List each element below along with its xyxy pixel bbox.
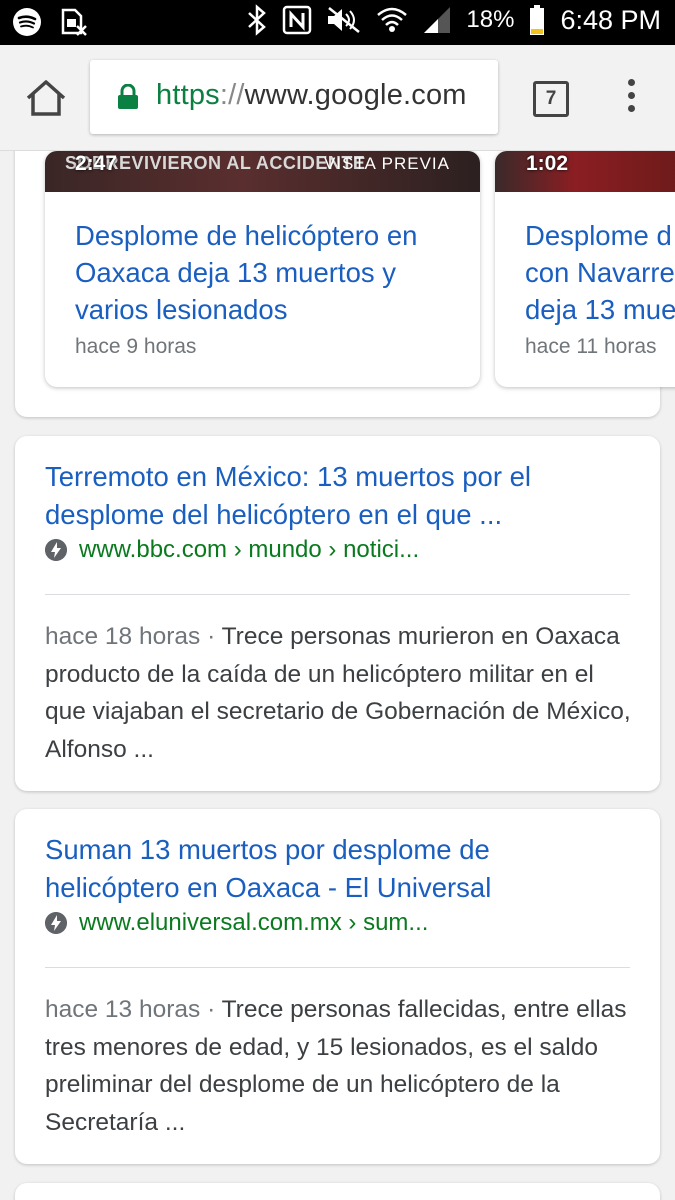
video-card[interactable]: SOBREVIVIERON AL ACCIDENTE 2:47 VISTA PR… [45, 151, 480, 387]
url-text[interactable]: https://www.google.com [156, 79, 467, 112]
url-scheme: https [156, 79, 220, 111]
search-result [15, 1183, 660, 1200]
result-snippet: hace 18 horas · Trece personas murieron … [45, 618, 635, 768]
result-url[interactable]: www.eluniversal.com.mx › sum... [45, 909, 428, 937]
clock: 6:48 PM [560, 4, 661, 35]
date-separator: · [200, 996, 222, 1023]
video-title[interactable]: Desplome d con Navarre deja 13 mue [525, 217, 675, 328]
video-title-line: con Navarre [525, 257, 675, 288]
result-url[interactable]: www.bbc.com › mundo › notici... [45, 536, 419, 564]
no-sim-icon [61, 8, 87, 36]
search-result: Suman 13 muertos por desplome de helicóp… [15, 809, 660, 1164]
nfc-icon [283, 5, 312, 35]
home-icon[interactable] [24, 79, 68, 117]
result-snippet: hace 13 horas · Trece personas fallecida… [45, 991, 635, 1141]
search-result: Terremoto en México: 13 muertos por el d… [15, 436, 660, 791]
result-title-link[interactable]: Suman 13 muertos por desplome de helicóp… [45, 831, 625, 907]
result-date: hace 13 horas [45, 996, 201, 1023]
preview-label: VISTA PREVIA [323, 154, 450, 173]
video-title-line: Desplome d [525, 220, 672, 251]
divider [45, 594, 630, 595]
divider [45, 967, 630, 968]
url-bar[interactable]: https://www.google.com [90, 60, 498, 134]
video-time: hace 11 horas [525, 335, 657, 358]
search-results: SOBREVIVIERON AL ACCIDENTE 2:47 VISTA PR… [0, 151, 675, 1200]
battery-percent: 18% [466, 6, 515, 33]
signal-icon [424, 7, 451, 33]
overflow-menu-icon[interactable] [624, 79, 638, 119]
video-title-line: deja 13 mue [525, 294, 675, 325]
video-thumbnail[interactable]: SOBREVIVIERON AL ACCIDENTE 2:47 VISTA PR… [45, 151, 480, 192]
video-time: hace 9 horas [75, 335, 197, 358]
video-duration: 2:47 [75, 152, 118, 175]
amp-bolt-icon [45, 539, 67, 561]
url-separator: :// [219, 79, 245, 111]
tab-switcher-button[interactable]: 7 [533, 81, 569, 117]
mute-icon [328, 7, 361, 33]
video-card[interactable]: 1:02 Desplome d con Navarre deja 13 mue … [495, 151, 675, 387]
url-host: www.google.com [244, 79, 467, 111]
result-url-text: www.bbc.com › mundo › notici... [79, 536, 420, 563]
spotify-icon [13, 8, 41, 36]
video-thumbnail[interactable]: 1:02 [495, 151, 675, 192]
result-url-text: www.eluniversal.com.mx › sum... [79, 909, 429, 936]
wifi-icon [377, 7, 408, 32]
result-date: hace 18 horas [45, 623, 201, 650]
status-bar: 18% 6:48 PM [0, 0, 675, 45]
amp-bolt-icon [45, 912, 67, 934]
video-title[interactable]: Desplome de helicóptero en Oaxaca deja 1… [75, 217, 465, 328]
bluetooth-icon [248, 4, 267, 36]
lock-icon [118, 84, 138, 109]
browser-toolbar: https://www.google.com 7 [0, 45, 675, 151]
battery-icon [530, 5, 545, 35]
date-separator: · [200, 623, 222, 650]
result-title-link[interactable]: Terremoto en México: 13 muertos por el d… [45, 458, 625, 534]
video-duration: 1:02 [526, 152, 569, 175]
